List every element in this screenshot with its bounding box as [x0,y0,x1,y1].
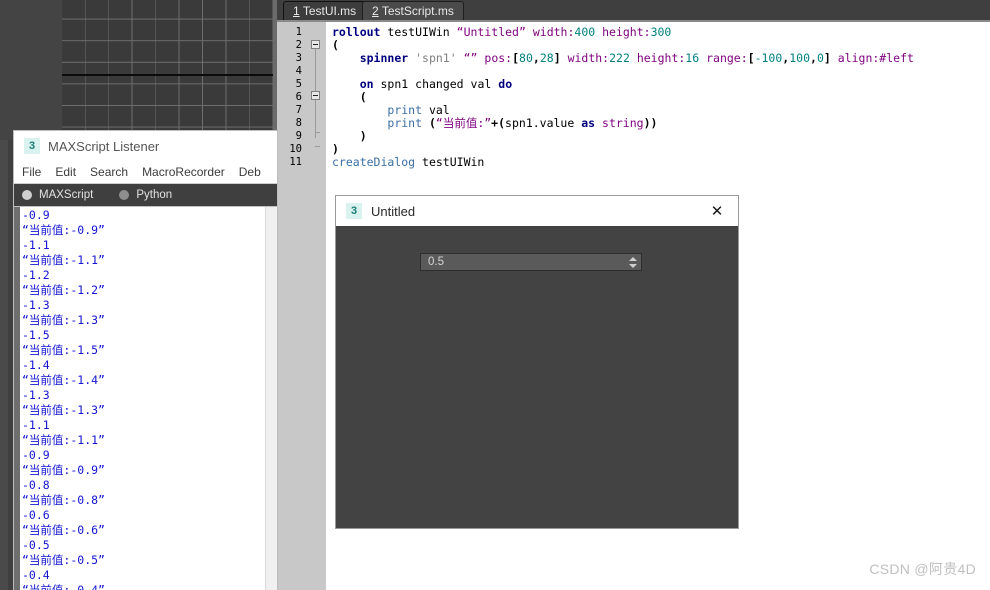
maxscript-listener-window[interactable]: 3 MAXScript Listener File Edit Search Ma… [14,131,277,590]
app-root: 1 TestUI.ms 2 TestScript.ms 1 2 3 4 5 6 … [0,0,990,590]
menu-item-file[interactable]: File [22,165,41,179]
tab-testui-ms[interactable]: 1 TestUI.ms [283,1,367,20]
radio-maxscript[interactable]: MAXScript [22,189,93,201]
fold-bracket-end-outer [315,146,320,147]
viewport[interactable] [62,0,273,140]
radio-python-label: Python [136,189,173,201]
radio-maxscript-label: MAXScript [39,189,94,201]
fold-bracket-line-inner [315,100,316,132]
max-left-panel [0,0,62,140]
viewport-grid [62,0,273,140]
radio-unselected-icon [119,190,130,200]
dialog-title-bar[interactable]: 3 Untitled ✕ [336,196,738,226]
spinner-stepper-icon[interactable] [628,255,637,270]
listener-title-bar: 3 MAXScript Listener [14,131,277,161]
maxscript-dialog-icon: 3 [346,203,362,219]
watermark: CSDN @阿贵4D [869,561,976,577]
tab-label-1: TestUI.ms [302,4,357,18]
listener-output-panel[interactable]: -0.9 “当前值:-0.9” -1.1 “当前值:-1.1” -1.2 “当前… [14,206,277,590]
tab-accel-1: 1 [293,4,300,18]
listener-menu-bar[interactable]: File Edit Search MacroRecorder Deb [14,161,277,184]
fold-toggle-icon-line2[interactable] [311,40,320,49]
editor-tab-bar: 1 TestUI.ms 2 TestScript.ms [277,0,990,22]
listener-window-title: MAXScript Listener [48,138,160,154]
viewport-axis-line [62,74,273,76]
listener-mode-bar: MAXScript Python [14,184,277,206]
tab-label-2: TestScript.ms [381,4,454,18]
editor-line-number-gutter: 1 2 3 4 5 6 7 8 9 10 11 [277,22,306,590]
radio-python[interactable]: Python [119,189,172,201]
radio-selected-icon [22,190,32,200]
spinner-value[interactable]: 0.5 [421,256,444,268]
fold-toggle-icon-line6[interactable] [311,91,320,100]
menu-item-search[interactable]: Search [90,165,128,179]
untitled-rollout-dialog[interactable]: 3 Untitled ✕ 0.5 [336,196,738,528]
editor-fold-gutter[interactable] [306,22,326,590]
spinner-control[interactable]: 0.5 [420,253,642,271]
dialog-content: 0.5 [336,226,738,528]
close-icon[interactable]: ✕ [696,196,738,226]
max-left-strip [0,140,8,590]
spinner-up-arrow-icon[interactable] [628,257,637,261]
fold-bracket-end-inner [315,132,320,133]
maxscript-icon: 3 [24,138,40,154]
menu-item-macrorecorder[interactable]: MacroRecorder [142,165,225,179]
menu-item-debug[interactable]: Deb [239,165,261,179]
menu-item-edit[interactable]: Edit [55,165,76,179]
listener-vertical-scrollbar[interactable] [265,207,277,590]
spinner-down-arrow-icon[interactable] [628,264,637,268]
dialog-title: Untitled [371,203,416,219]
tab-testscript-ms[interactable]: 2 TestScript.ms [362,1,464,20]
tab-accel-2: 2 [372,4,379,18]
listener-left-margin [14,207,20,590]
listener-output-text: -0.9 “当前值:-0.9” -1.1 “当前值:-1.1” -1.2 “当前… [22,208,105,590]
